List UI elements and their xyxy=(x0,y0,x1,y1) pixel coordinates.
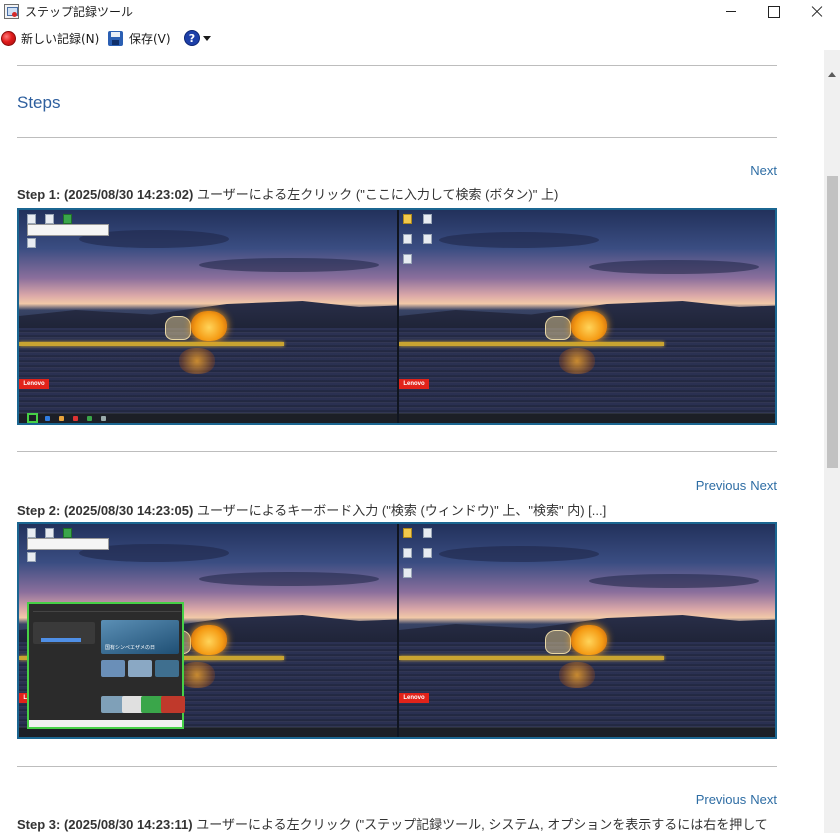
divider xyxy=(17,451,777,452)
step-description: ユーザーによる左クリック ("ここに入力して検索 (ボタン)" 上) xyxy=(196,187,559,202)
step-3-nav: Previous Next xyxy=(696,792,777,807)
minimize-button[interactable] xyxy=(708,0,754,24)
scroll-thumb[interactable] xyxy=(827,176,838,468)
lenovo-badge: Lenovo xyxy=(399,379,429,389)
vertical-scrollbar[interactable] xyxy=(824,50,840,833)
step-3-text: Step 3: (2025/08/30 14:23:11) ユーザーによる左クリ… xyxy=(17,814,768,833)
chevron-down-icon xyxy=(203,35,211,41)
step-label: Step 2: (2025/08/30 14:23:05) xyxy=(17,503,194,518)
new-recording-button[interactable]: 新しい記録(N) xyxy=(1,28,99,48)
step-1-screenshot[interactable]: Lenovo Lenovo xyxy=(17,208,777,425)
step-description: ユーザーによるキーボード入力 ("検索 (ウィンドウ)" 上、"検索" 内) [… xyxy=(196,503,607,518)
step-2-nav: Previous Next xyxy=(696,478,777,493)
screenshot-monitor-right: Lenovo xyxy=(399,524,775,737)
toolbar: 新しい記録(N) 保存(V) ? xyxy=(0,26,840,50)
next-link[interactable]: Next xyxy=(750,478,777,493)
lenovo-badge: Lenovo xyxy=(19,379,49,389)
close-button[interactable] xyxy=(794,0,840,24)
step-1-nav: Next xyxy=(750,163,777,178)
step-label: Step 3: (2025/08/30 14:23:11) xyxy=(17,817,193,832)
search-window-highlight: 国有シンペエザメの日 xyxy=(27,602,185,729)
window-title: ステップ記録ツール xyxy=(25,5,134,19)
step-2-screenshot[interactable]: Lenovo 国有シンペエザメの日 xyxy=(17,522,777,739)
page-title: Steps xyxy=(17,93,61,112)
click-highlight xyxy=(27,413,38,423)
step-1-text: Step 1: (2025/08/30 14:23:02) ユーザーによる左クリ… xyxy=(17,184,558,203)
next-link[interactable]: Next xyxy=(750,163,777,178)
lenovo-badge: Lenovo xyxy=(399,693,429,703)
steps-document: Steps Next Step 1: (2025/08/30 14:23:02)… xyxy=(0,50,824,833)
app-icon xyxy=(4,4,19,19)
previous-link[interactable]: Previous xyxy=(696,792,747,807)
divider xyxy=(17,137,777,138)
new-recording-label: 新しい記録(N) xyxy=(21,31,100,46)
maximize-button[interactable] xyxy=(750,0,796,24)
save-label: 保存(V) xyxy=(129,31,171,46)
screenshot-monitor-right: Lenovo xyxy=(399,210,775,423)
step-2-text: Step 2: (2025/08/30 14:23:05) ユーザーによるキーボ… xyxy=(17,500,606,519)
help-icon: ? xyxy=(184,30,200,46)
save-button[interactable]: 保存(V) xyxy=(108,28,171,48)
screenshot-monitor-left: Lenovo xyxy=(19,210,397,423)
screenshot-monitor-left: Lenovo 国有シンペエザメの日 xyxy=(19,524,397,737)
step-description: ユーザーによる左クリック ("ステップ記録ツール, システム, オプションを表示… xyxy=(196,817,768,832)
divider xyxy=(17,65,777,66)
record-icon xyxy=(1,30,16,46)
help-dropdown-button[interactable]: ? xyxy=(184,28,211,48)
divider xyxy=(17,766,777,767)
search-panel-headline: 国有シンペエザメの日 xyxy=(105,645,156,651)
title-bar: ステップ記録ツール xyxy=(0,0,840,24)
next-link[interactable]: Next xyxy=(750,792,777,807)
step-label: Step 1: (2025/08/30 14:23:02) xyxy=(17,187,194,202)
previous-link[interactable]: Previous xyxy=(696,478,747,493)
scroll-up-arrow-icon[interactable] xyxy=(828,72,836,77)
save-disk-icon xyxy=(108,30,123,46)
